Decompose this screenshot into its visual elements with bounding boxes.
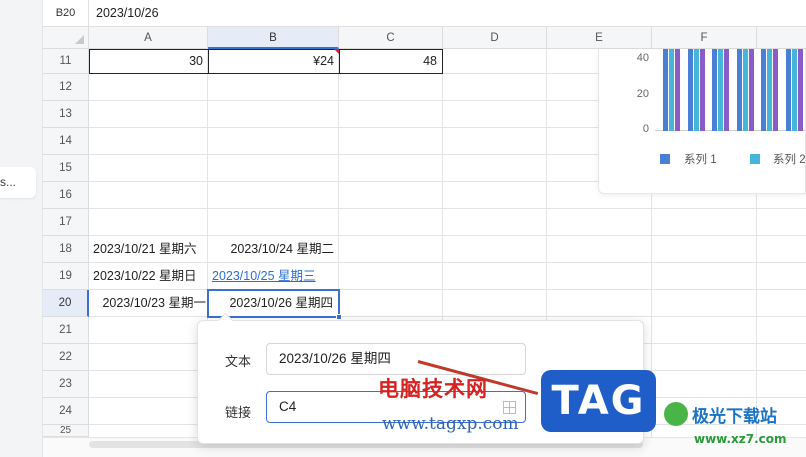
row-header-19[interactable]: 19: [43, 263, 89, 290]
side-panel-item-label: s...: [0, 175, 17, 189]
row-header-11[interactable]: 11: [43, 49, 89, 74]
text-label: 文本: [225, 354, 252, 369]
chart-bar: [724, 49, 729, 131]
xz-site-name: 极光下载站: [692, 407, 777, 427]
chart-bar: [694, 49, 699, 131]
cell-b19-hyperlink[interactable]: 2023/10/25 星期三: [208, 263, 339, 290]
formula-bar: B20 2023/10/26: [43, 0, 806, 27]
row-header-16[interactable]: 16: [43, 182, 89, 209]
y-tick-40: 40: [636, 52, 649, 64]
chart-bar: [718, 49, 723, 131]
side-panel-item[interactable]: s...: [0, 167, 36, 198]
cell-a20[interactable]: 2023/10/23 星期一: [89, 290, 208, 317]
chart-bar: [700, 49, 705, 131]
column-header-b[interactable]: B: [208, 27, 339, 49]
y-tick-0: 0: [642, 123, 649, 135]
cell-b18[interactable]: 2023/10/24 星期二: [208, 236, 339, 263]
chart-bar: [743, 49, 748, 131]
column-header-f[interactable]: F: [652, 27, 757, 49]
legend-label-series-2: 系列 2: [773, 154, 806, 166]
y-tick-20: 20: [636, 88, 649, 100]
chart-bar: [792, 49, 797, 131]
text-input[interactable]: 2023/10/26 星期四: [266, 343, 526, 375]
chart-bar: [786, 49, 791, 131]
formula-input[interactable]: 2023/10/26: [96, 0, 159, 27]
row-header-15[interactable]: 15: [43, 155, 89, 182]
row-header-20[interactable]: 20: [43, 290, 89, 317]
chart-bar: [749, 49, 754, 131]
row-header-18[interactable]: 18: [43, 236, 89, 263]
chart-bar: [663, 49, 668, 131]
xz-logo-icon: [664, 402, 688, 426]
column-header-d[interactable]: D: [443, 27, 547, 49]
row-header-17[interactable]: 17: [43, 209, 89, 236]
chart-bar: [688, 49, 693, 131]
legend-label-series-1: 系列 1: [684, 154, 717, 166]
chart-bar: [737, 49, 742, 131]
chart-bar: [712, 49, 717, 131]
link-label: 链接: [225, 405, 252, 420]
column-header-e[interactable]: E: [547, 27, 652, 49]
legend-swatch-series-2: [750, 154, 760, 164]
cell-b11[interactable]: ¥24: [208, 49, 340, 74]
cell-range-picker-icon[interactable]: [503, 401, 516, 414]
select-all-corner[interactable]: [43, 27, 89, 49]
column-header-g[interactable]: [757, 27, 806, 49]
left-side-panel: s...: [0, 0, 43, 457]
watermark-site-url: www.tagxp.com: [382, 414, 519, 434]
cell-a11[interactable]: 30: [89, 49, 209, 74]
cell-a19[interactable]: 2023/10/22 星期日: [89, 263, 208, 290]
row-header-24[interactable]: 24: [43, 398, 89, 425]
cell-a18[interactable]: 2023/10/21 星期六: [89, 236, 208, 263]
chart-bar: [761, 49, 766, 131]
chart-bar: [767, 49, 772, 131]
tag-logo: TAG: [541, 370, 656, 432]
row-header-12[interactable]: 12: [43, 74, 89, 101]
cell-c11[interactable]: 48: [339, 49, 443, 74]
row-header-23[interactable]: 23: [43, 371, 89, 398]
chart-bar: [675, 49, 680, 131]
row-header-14[interactable]: 14: [43, 128, 89, 155]
cell-reference-box[interactable]: B20: [43, 0, 89, 27]
xz-site-url: www.xz7.com: [694, 432, 787, 446]
legend-swatch-series-1: [660, 154, 670, 164]
chart-bar: [773, 49, 778, 131]
select-all-triangle-icon: [75, 35, 84, 44]
bar-chart[interactable]: 40 20 0 系列 1 系列 2: [598, 49, 806, 194]
chart-bar: [669, 49, 674, 131]
chart-bar: [798, 49, 803, 131]
row-header-22[interactable]: 22: [43, 344, 89, 371]
column-header-a[interactable]: A: [89, 27, 208, 49]
watermark-site-name: 电脑技术网: [378, 377, 488, 401]
row-header-21[interactable]: 21: [43, 317, 89, 344]
row-header-25[interactable]: 25: [43, 425, 89, 437]
column-header-c[interactable]: C: [339, 27, 443, 49]
row-header-13[interactable]: 13: [43, 101, 89, 128]
